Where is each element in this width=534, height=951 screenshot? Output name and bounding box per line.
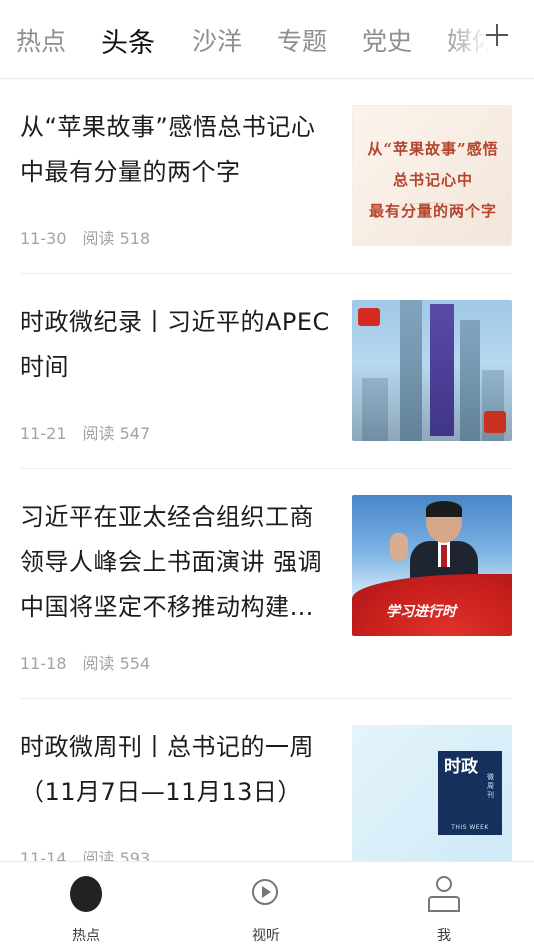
- read-count: 547: [119, 424, 151, 443]
- article-meta: 11-21 阅读 547: [20, 420, 150, 444]
- article-date: 11-14: [20, 849, 67, 861]
- article-meta: 11-18 阅读 554: [20, 650, 150, 674]
- article-thumbnail: 从“苹果故事”感悟 总书记心中 最有分量的两个字: [352, 105, 512, 246]
- read-label: 阅读: [82, 424, 115, 443]
- tab-topics[interactable]: 专题: [277, 22, 327, 58]
- article-item[interactable]: 从“苹果故事”感悟总书记心中最有分量的两个字 11-30 阅读 518 从“苹果故…: [20, 79, 512, 274]
- weekly-logo: 时政 微周刊 THIS WEEK: [438, 751, 502, 835]
- tab-headlines[interactable]: 头条: [101, 21, 155, 60]
- thumbnail-text: 总书记心中: [392, 171, 473, 189]
- read-label: 阅读: [82, 654, 115, 673]
- article-title: 时政微纪录丨习近平的APEC时间: [20, 308, 330, 381]
- article-feed: 从“苹果故事”感悟总书记心中最有分量的两个字 11-30 阅读 518 从“苹果故…: [0, 79, 534, 861]
- tab-hot[interactable]: 热点: [16, 22, 66, 58]
- nav-video[interactable]: 视听: [206, 862, 326, 951]
- article-title: 从“苹果故事”感悟总书记心中最有分量的两个字: [20, 113, 316, 186]
- building-image: [362, 378, 388, 441]
- article-thumbnail: 学习进行时: [352, 495, 512, 636]
- article-title: 时政微周刊丨总书记的一周（11月7日—11月13日）: [20, 733, 314, 806]
- article-date: 11-18: [20, 654, 67, 673]
- hot-icon: [70, 876, 102, 912]
- nav-label: 视听: [252, 928, 280, 944]
- tab-party-history[interactable]: 党史: [362, 22, 412, 58]
- hand-image: [390, 533, 408, 561]
- banner-image: [430, 304, 454, 436]
- article-title: 习近平在亚太经合组织工商领导人峰会上书面演讲 强调中国将坚定不移推动构建…: [20, 503, 323, 621]
- nav-label: 热点: [72, 928, 100, 944]
- channel-tab-bar: 热点 头条 沙洋 专题 党史 媒体: [0, 0, 534, 79]
- play-circle-icon: [252, 879, 278, 905]
- user-icon: [428, 876, 460, 912]
- thumbnail-decoration: [383, 202, 483, 245]
- nav-hot[interactable]: 热点: [26, 862, 146, 951]
- thumbnail-text: 从“苹果故事”感悟: [367, 140, 499, 158]
- tab-shayang[interactable]: 沙洋: [192, 22, 242, 58]
- plus-icon[interactable]: [484, 22, 510, 48]
- bottom-nav: 热点 视听 我: [0, 861, 534, 951]
- nav-label: 我: [437, 928, 451, 944]
- article-item[interactable]: 习近平在亚太经合组织工商领导人峰会上书面演讲 强调中国将坚定不移推动构建… 11…: [20, 469, 512, 699]
- read-count: 554: [119, 654, 151, 673]
- article-date: 11-21: [20, 424, 67, 443]
- article-meta: 11-30 阅读 518: [20, 225, 150, 249]
- read-label: 阅读: [82, 849, 115, 861]
- article-item[interactable]: 时政微纪录丨习近平的APEC时间 11-21 阅读 547: [20, 274, 512, 469]
- building-image: [400, 300, 422, 441]
- thumbnail-text: 时政: [444, 757, 478, 777]
- article-thumbnail: [352, 300, 512, 441]
- read-count: 518: [119, 229, 151, 248]
- logo-icon: [484, 411, 506, 433]
- read-label: 阅读: [82, 229, 115, 248]
- building-image: [460, 320, 480, 441]
- thumbnail-text: THIS WEEK: [451, 824, 489, 831]
- nav-me[interactable]: 我: [384, 862, 504, 951]
- article-thumbnail: 时政 微周刊 THIS WEEK: [352, 725, 512, 861]
- thumbnail-caption: 学习进行时: [386, 604, 456, 620]
- article-item[interactable]: 时政微周刊丨总书记的一周（11月7日—11月13日） 11-14 阅读 593 时…: [20, 699, 512, 861]
- logo-icon: [358, 308, 380, 326]
- thumbnail-text: 微周刊: [487, 773, 494, 799]
- read-count: 593: [119, 849, 151, 861]
- article-date: 11-30: [20, 229, 67, 248]
- article-meta: 11-14 阅读 593: [20, 845, 150, 861]
